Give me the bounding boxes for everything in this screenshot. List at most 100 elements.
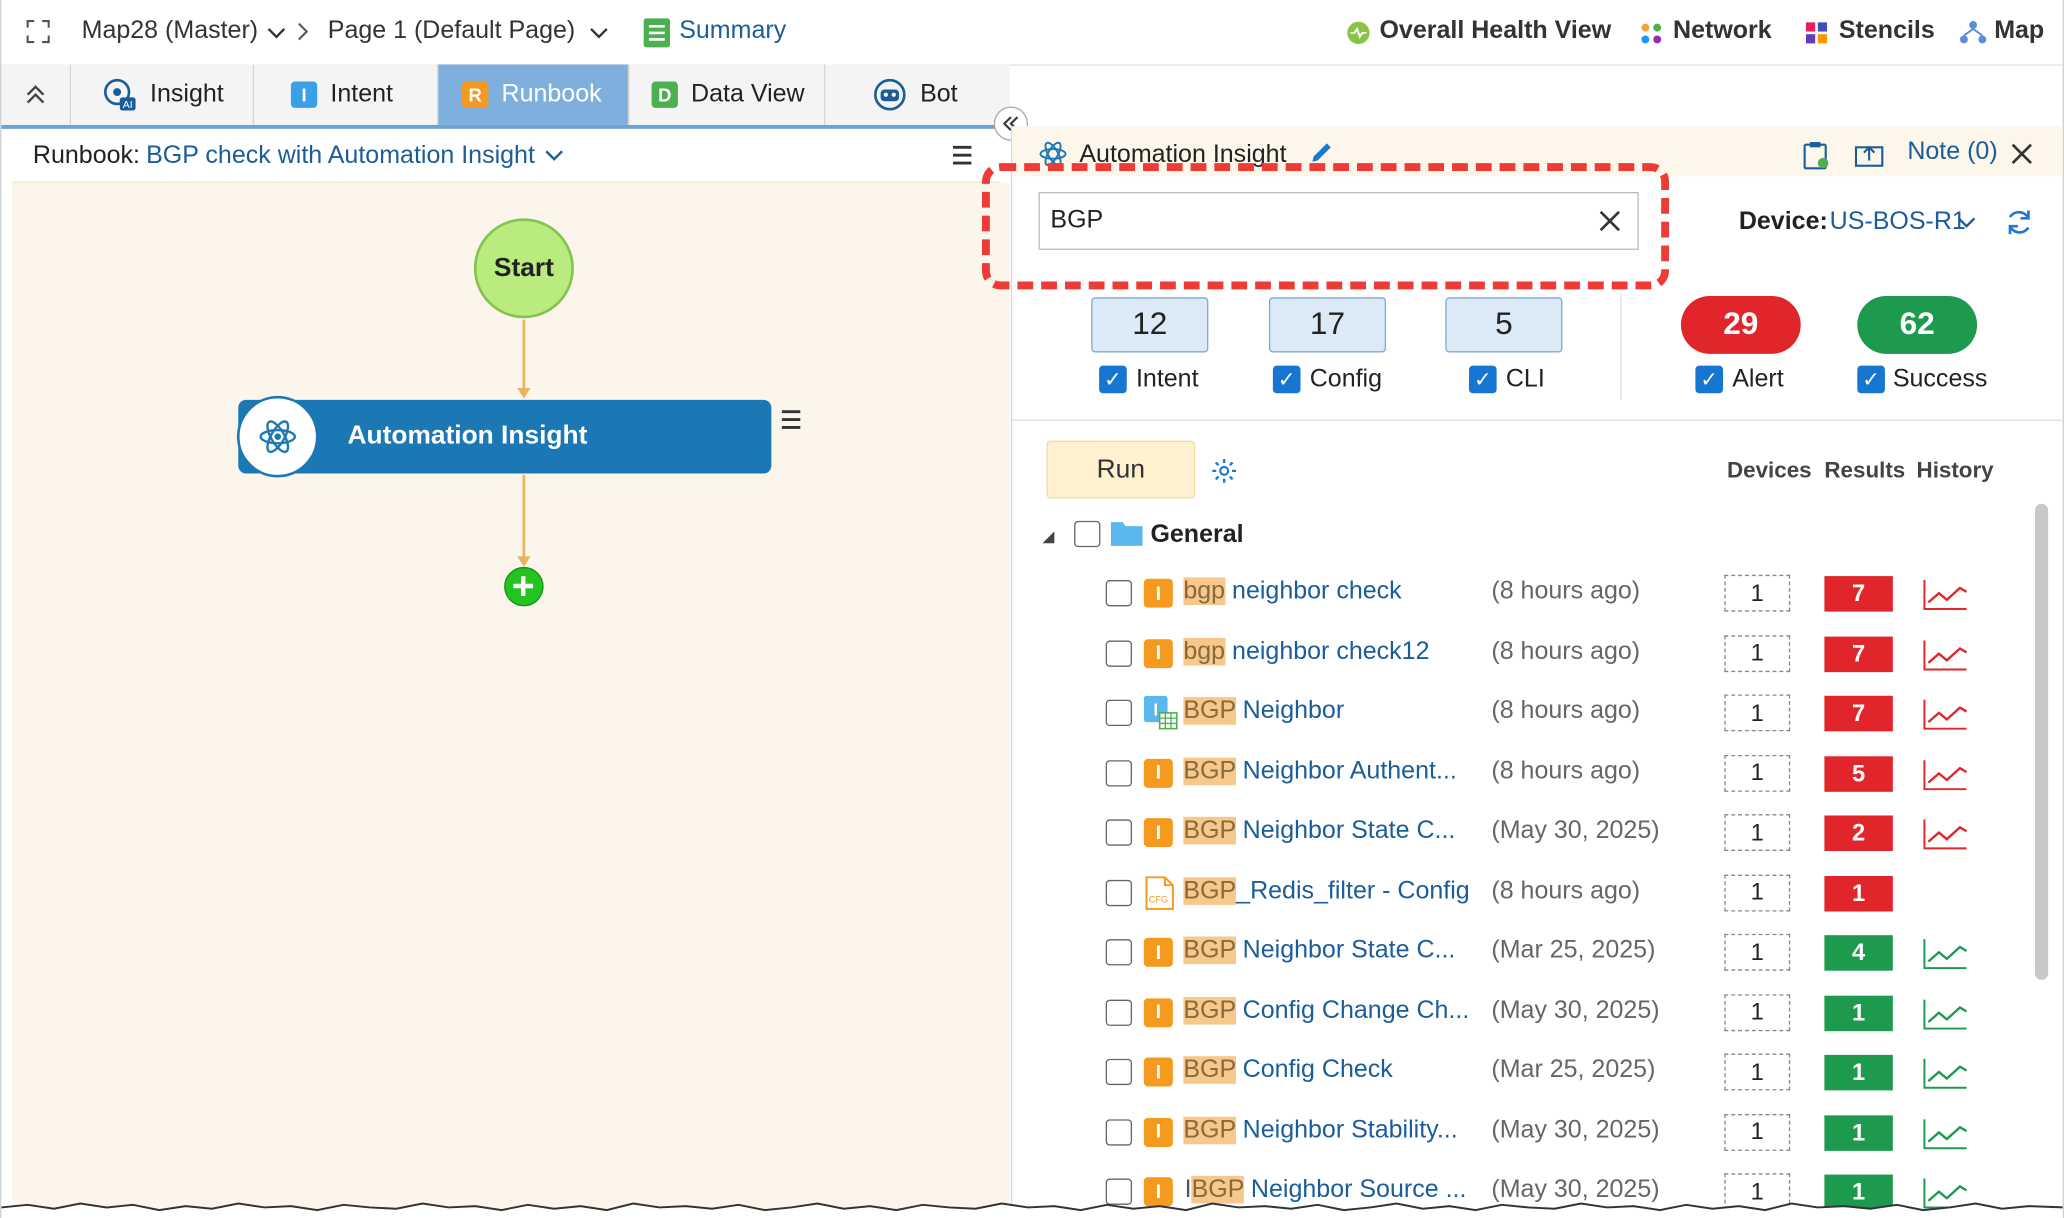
list-item[interactable]: I bgp neighbor check (8 hours ago) 1 7	[1012, 564, 2039, 623]
row-title[interactable]: BGP Neighbor	[1183, 697, 1344, 726]
list-item[interactable]: I BGP Config Change Ch... (May 30, 2025)…	[1012, 983, 2039, 1042]
row-devices[interactable]: 1	[1724, 874, 1791, 911]
alert-count[interactable]: 29	[1680, 295, 1801, 354]
list-item[interactable]: I BGP Neighbor State C... (Mar 25, 2025)…	[1012, 923, 2039, 982]
tab-bot[interactable]: Bot	[825, 64, 1009, 125]
row-checkbox[interactable]	[1105, 939, 1133, 966]
success-checkbox[interactable]: ✓	[1857, 365, 1885, 394]
search-input[interactable]	[1050, 203, 1577, 239]
row-title[interactable]: BGP Config Check	[1183, 1056, 1393, 1085]
history-chart-icon[interactable]	[1923, 1117, 1968, 1149]
row-results[interactable]: 5	[1824, 755, 1893, 792]
row-devices[interactable]: 1	[1724, 933, 1791, 971]
close-icon[interactable]	[2010, 142, 2034, 166]
row-checkbox[interactable]	[1105, 879, 1133, 906]
history-chart-icon[interactable]	[1923, 758, 1968, 790]
row-results[interactable]: 2	[1824, 815, 1893, 851]
row-title[interactable]: bgp neighbor check12	[1183, 637, 1429, 666]
list-item[interactable]: CFG BGP_Redis_filter - Config (8 hours a…	[1012, 863, 2039, 922]
list-item[interactable]: I BGP Neighbor Authent... (8 hours ago) …	[1012, 744, 2039, 803]
row-devices[interactable]: 1	[1724, 814, 1791, 851]
summary-link[interactable]: Summary	[679, 17, 786, 46]
intent-count[interactable]: 12	[1091, 297, 1209, 353]
device-selector[interactable]: US-BOS-R1	[1830, 208, 1966, 237]
row-checkbox[interactable]	[1105, 1058, 1133, 1086]
automation-insight-node[interactable]: Automation Insight	[236, 395, 772, 478]
list-item[interactable]: I BGP Config Check (Mar 25, 2025) 1 1	[1012, 1043, 2039, 1102]
history-chart-icon[interactable]	[1923, 698, 1968, 730]
row-devices[interactable]: 1	[1724, 1113, 1791, 1151]
stencils-link[interactable]: Stencils	[1839, 17, 1935, 46]
pencil-icon[interactable]	[1310, 141, 1334, 165]
cli-checkbox[interactable]: ✓	[1468, 365, 1497, 394]
row-results[interactable]: 7	[1824, 576, 1893, 612]
row-results[interactable]: 1	[1824, 995, 1893, 1031]
runbook-canvas[interactable]: Start Automation Insight	[11, 182, 1010, 1218]
network-link[interactable]: Network	[1673, 17, 1772, 46]
map-selector[interactable]: Map28 (Master)	[82, 17, 259, 46]
row-checkbox[interactable]	[1105, 759, 1133, 786]
history-chart-icon[interactable]	[1923, 579, 1968, 611]
row-results[interactable]: 1	[1824, 1114, 1893, 1151]
add-node-icon[interactable]	[504, 566, 544, 607]
row-checkbox[interactable]	[1105, 998, 1133, 1026]
row-devices[interactable]: 1	[1724, 1053, 1791, 1091]
row-title[interactable]: bgp neighbor check	[1183, 577, 1402, 606]
row-results[interactable]: 7	[1824, 635, 1893, 672]
cli-count[interactable]: 5	[1445, 297, 1563, 353]
row-checkbox[interactable]	[1105, 1118, 1133, 1145]
row-title[interactable]: BGP Neighbor Stability...	[1183, 1116, 1458, 1145]
history-chart-icon[interactable]	[1923, 998, 1968, 1030]
gear-icon[interactable]	[1211, 458, 1237, 484]
row-title[interactable]: BGP Neighbor Authent...	[1183, 756, 1457, 786]
row-results[interactable]: 1	[1824, 875, 1893, 911]
row-checkbox[interactable]	[1105, 580, 1133, 607]
row-devices[interactable]: 1	[1724, 574, 1791, 612]
list-item[interactable]: I bgp neighbor check12 (8 hours ago) 1 7	[1012, 624, 2039, 683]
collapse-tabs-button[interactable]	[1, 64, 72, 125]
row-devices[interactable]: 1	[1724, 694, 1791, 732]
hamburger-menu-icon[interactable]	[952, 145, 973, 166]
row-title[interactable]: BGP_Redis_filter - Config	[1183, 876, 1470, 906]
success-count[interactable]: 62	[1857, 295, 1978, 354]
collapse-triangle-icon[interactable]	[1041, 529, 1057, 545]
note-link[interactable]: Note (0)	[1907, 138, 1997, 167]
fullscreen-icon[interactable]	[25, 18, 51, 44]
row-devices[interactable]: 1	[1724, 993, 1791, 1031]
list-item[interactable]: I BGP Neighbor State C... (May 30, 2025)…	[1012, 804, 2039, 863]
folder-checkbox[interactable]	[1074, 520, 1101, 548]
tab-data-view[interactable]: D Data View	[629, 64, 826, 125]
chevron-down-icon[interactable]	[267, 26, 286, 39]
history-chart-icon[interactable]	[1923, 938, 1968, 970]
row-results[interactable]: 1	[1824, 1054, 1893, 1091]
intent-checkbox[interactable]: ✓	[1099, 365, 1127, 394]
tab-intent[interactable]: I Intent	[254, 64, 439, 125]
row-checkbox[interactable]	[1105, 699, 1133, 727]
tab-insight[interactable]: AI Insight	[71, 64, 255, 125]
chevron-down-icon[interactable]	[545, 149, 563, 162]
run-button[interactable]: Run	[1046, 440, 1196, 499]
row-checkbox[interactable]	[1105, 639, 1133, 667]
alert-checkbox[interactable]: ✓	[1695, 365, 1724, 394]
history-chart-icon[interactable]	[1923, 1058, 1968, 1090]
config-count[interactable]: 17	[1268, 297, 1387, 353]
node-menu-icon[interactable]	[781, 409, 802, 430]
clipboard-icon[interactable]	[1803, 141, 1829, 170]
list-item[interactable]: I BGP Neighbor Stability... (May 30, 202…	[1012, 1103, 2039, 1162]
row-title[interactable]: BGP Config Change Ch...	[1183, 996, 1469, 1025]
map-link[interactable]: Map	[1994, 17, 2044, 46]
row-devices[interactable]: 1	[1724, 754, 1791, 792]
refresh-icon[interactable]	[2005, 208, 2034, 237]
row-devices[interactable]: 1	[1724, 634, 1791, 672]
row-checkbox[interactable]	[1105, 819, 1133, 846]
overall-health-view-link[interactable]: Overall Health View	[1379, 17, 1611, 46]
config-checkbox[interactable]: ✓	[1272, 365, 1301, 394]
row-title[interactable]: BGP Neighbor State C...	[1183, 816, 1455, 846]
runbook-selector[interactable]: BGP check with Automation Insight	[146, 142, 535, 171]
export-icon[interactable]	[1854, 142, 1884, 168]
history-chart-icon[interactable]	[1923, 639, 1968, 671]
clear-search-icon[interactable]	[1598, 209, 1622, 233]
chevron-down-icon[interactable]	[590, 26, 608, 39]
row-results[interactable]: 4	[1824, 935, 1893, 971]
start-node[interactable]: Start	[473, 218, 574, 319]
